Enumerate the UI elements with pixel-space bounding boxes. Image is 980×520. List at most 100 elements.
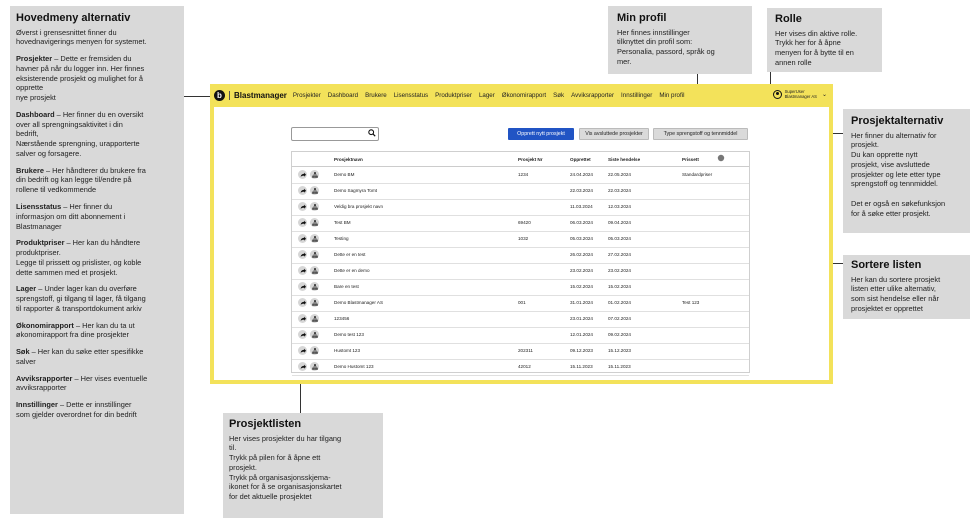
org-chart-icon[interactable] xyxy=(310,218,319,227)
column-header: Prosjekt Nr xyxy=(518,157,543,162)
table-row[interactable]: Demo Blastmanager AS 001 31.01.2024 01.02.2… xyxy=(292,295,749,312)
row-actions xyxy=(298,186,322,195)
menu-explanation-item: Søk – Her kan du søke etter spesifikke s… xyxy=(16,347,178,367)
table-cell: 26.02.2024 xyxy=(570,252,593,257)
row-actions xyxy=(298,218,322,227)
menu-item-name: Brukere xyxy=(16,165,44,175)
table-cell: 22.03.2024 xyxy=(570,188,593,193)
nav-item-avviksrapporter[interactable]: Avviksrapporter xyxy=(571,92,614,99)
open-project-arrow-icon[interactable] xyxy=(298,218,307,227)
table-row[interactable]: Dette er en demo 23.02.2024 23.02.2024 xyxy=(292,263,749,280)
org-chart-icon[interactable] xyxy=(310,346,319,355)
open-project-arrow-icon[interactable] xyxy=(298,202,307,211)
table-cell: Bare en test xyxy=(334,284,359,289)
search-icon[interactable] xyxy=(368,129,376,137)
table-cell: Testing xyxy=(334,236,349,241)
table-cell: Dette er en demo xyxy=(334,268,370,273)
table-row[interactable]: Demo Sagmyra Tomt 22.03.2024 22.03.2024 xyxy=(292,183,749,200)
open-project-arrow-icon[interactable] xyxy=(298,186,307,195)
table-row[interactable]: 123456 23.01.2024 07.02.2024 xyxy=(292,311,749,328)
table-cell: Demo Blastmanager AS xyxy=(334,300,384,305)
callout-text: Her vises din aktive rolle. Trykk her fo… xyxy=(775,28,858,67)
table-row[interactable]: Demo BM 1234 24.04.2024 22.05.2024 Standardp… xyxy=(292,167,749,184)
callout-text: Her finnes innstillinger tilknyttet din … xyxy=(617,27,715,66)
column-header[interactable]: Prissett xyxy=(682,157,699,162)
org-chart-icon[interactable] xyxy=(310,202,319,211)
nav-item-innstillinger[interactable]: Innstillinger xyxy=(621,92,652,99)
nav-item-brukere[interactable]: Brukere xyxy=(365,92,387,99)
table-cell: 23.02.2024 xyxy=(608,268,631,273)
table-cell: Demo test 123 xyxy=(334,332,364,337)
org-chart-icon[interactable] xyxy=(310,330,319,339)
nav-item-produktpriser[interactable]: Produktpriser xyxy=(435,92,472,99)
open-project-arrow-icon[interactable] xyxy=(298,298,307,307)
callout-text: Her vises prosjekter du har tilgang til.… xyxy=(229,433,342,502)
open-project-arrow-icon[interactable] xyxy=(298,282,307,291)
org-chart-icon[interactable] xyxy=(310,186,319,195)
show-closed-projects-button[interactable]: Vis avsluttede prosjekter xyxy=(579,128,649,140)
table-cell: Test 123 xyxy=(682,300,700,305)
min-profil-callout: Min profil Her finnes innstillinger tilk… xyxy=(608,6,752,74)
open-project-arrow-icon[interactable] xyxy=(298,250,307,259)
row-actions xyxy=(298,362,322,371)
nav-item-min-profil[interactable]: Min profil xyxy=(659,92,684,99)
table-row[interactable]: Hustomt 123 202311 09.12.2023 15.12.2023 xyxy=(292,343,749,360)
role-text: SuperUser Blastmanager AS xyxy=(785,89,817,99)
nav-item-dashboard[interactable]: Dashboard xyxy=(328,92,358,99)
nav-item-søk[interactable]: Søk xyxy=(553,92,564,99)
nav-item-prosjekter[interactable]: Prosjekter xyxy=(293,92,321,99)
table-row[interactable]: Bare en test 15.02.2024 15.02.2024 xyxy=(292,279,749,296)
table-cell: 06.03.2024 xyxy=(570,220,593,225)
table-cell: Hustomt 123 xyxy=(334,348,361,353)
org-chart-icon[interactable] xyxy=(310,282,319,291)
open-project-arrow-icon[interactable] xyxy=(298,346,307,355)
table-cell: 1032 xyxy=(518,236,529,241)
table-cell: 15.12.2023 xyxy=(608,348,631,353)
org-chart-icon[interactable] xyxy=(310,298,319,307)
project-search-input[interactable] xyxy=(291,127,379,141)
callout-text: Her kan du sortere prosjekt listen etter… xyxy=(851,274,941,313)
callout-title: Prosjektalternativ xyxy=(851,115,944,127)
open-project-arrow-icon[interactable] xyxy=(298,266,307,275)
org-chart-icon[interactable] xyxy=(310,250,319,259)
open-project-arrow-icon[interactable] xyxy=(298,314,307,323)
menu-explanation-item: Brukere – Her håndterer du brukere fra d… xyxy=(16,166,178,195)
blastmanager-logo-icon[interactable]: b xyxy=(214,90,225,101)
table-cell: 09.02.2024 xyxy=(608,332,631,337)
table-row[interactable]: Demo Hustomt 123 42012 15.11.2023 15.11.202… xyxy=(292,359,749,376)
menu-item-name: Lager xyxy=(16,284,37,294)
table-row[interactable]: Demo test 123 12.01.2024 09.02.2024 xyxy=(292,327,749,344)
table-cell: 22.03.2024 xyxy=(608,188,631,193)
nav-item-økonomirapport[interactable]: Økonomirapport xyxy=(502,92,546,99)
org-chart-icon[interactable] xyxy=(310,362,319,371)
menu-explanation-item: Økonomirapport – Her kan du ta ut økonom… xyxy=(16,321,178,341)
row-actions xyxy=(298,202,322,211)
open-project-arrow-icon[interactable] xyxy=(298,362,307,371)
menu-item-name: Avviksrapporter xyxy=(16,373,73,383)
org-chart-icon[interactable] xyxy=(310,234,319,243)
table-cell: 27.02.2024 xyxy=(608,252,631,257)
project-table: Prosjektnavn Prosjekt Nr Opprettet Siste he… xyxy=(291,151,750,376)
sort-dropdown-icon[interactable] xyxy=(717,154,725,163)
explosive-type-button[interactable]: Type sprengstoff og tennmiddel xyxy=(653,128,748,140)
org-chart-icon[interactable] xyxy=(310,314,319,323)
blastmanager-app-screenshot: b Blastmanager Prosjekter Dashboard Bruker… xyxy=(210,84,833,384)
row-actions xyxy=(298,170,322,179)
table-cell: 69420 xyxy=(518,220,531,225)
org-chart-icon[interactable] xyxy=(310,170,319,179)
table-row[interactable]: Veldig bra prosjekt navn 11.03.2024 12.03.… xyxy=(292,199,749,216)
nav-item-lisensstatus[interactable]: Lisensstatus xyxy=(394,92,428,99)
role-switcher[interactable]: SuperUser Blastmanager AS ⌄ xyxy=(772,89,827,99)
org-chart-icon[interactable] xyxy=(310,266,319,275)
new-project-button[interactable]: Opprett nytt prosjekt xyxy=(508,128,574,140)
open-project-arrow-icon[interactable] xyxy=(298,234,307,243)
nav-item-lager[interactable]: Lager xyxy=(479,92,495,99)
table-row[interactable]: Testing 1032 05.03.2024 05.03.2024 xyxy=(292,231,749,248)
open-project-arrow-icon[interactable] xyxy=(298,170,307,179)
chevron-down-icon[interactable]: ⌄ xyxy=(822,91,827,98)
open-project-arrow-icon[interactable] xyxy=(298,330,307,339)
menu-item-name: Lisensstatus xyxy=(16,202,62,211)
table-row[interactable]: Dette er en test 26.02.2024 27.02.2024 xyxy=(292,247,749,264)
menu-item-name: Innstillinger xyxy=(16,400,58,410)
table-row[interactable]: Test BM 69420 06.03.2024 09.04.2024 xyxy=(292,215,749,232)
